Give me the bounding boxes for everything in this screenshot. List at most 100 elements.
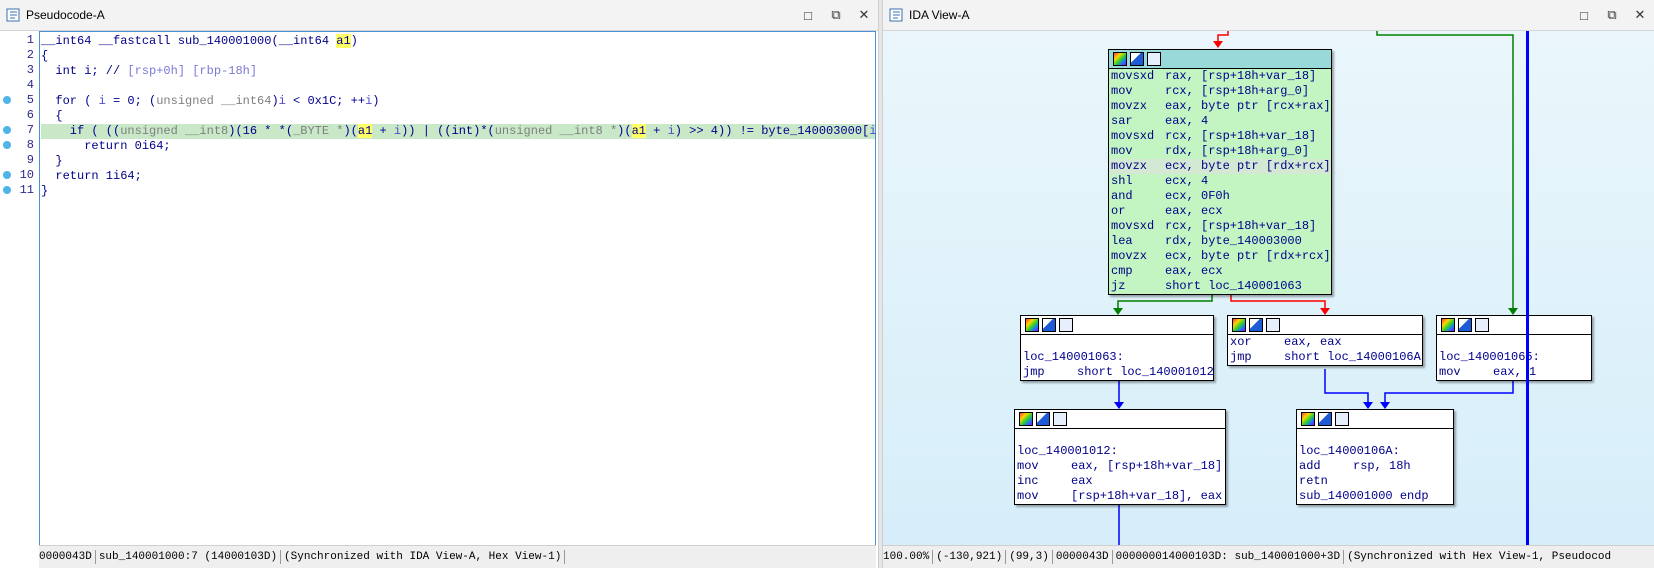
asm-line[interactable]: jmp short loc_140001012 [1021, 365, 1214, 380]
close-icon[interactable]: ✕ [1626, 1, 1654, 29]
pseudocode-text[interactable]: __int64 __fastcall sub_140001000(__int64… [39, 31, 898, 546]
color-palette-icon[interactable] [1232, 318, 1246, 332]
basic-block-loc-140001063[interactable]: loc_140001063: jmp short loc_140001012 [1020, 315, 1214, 381]
gutter-line[interactable]: 11 [0, 183, 39, 198]
proc-end[interactable]: sub_140001000 endp [1297, 489, 1453, 504]
color-palette-icon[interactable] [1301, 412, 1315, 426]
code-line-5[interactable]: for ( i = 0; (unsigned __int64)i < 0x1C;… [41, 94, 875, 109]
group-icon[interactable] [1059, 318, 1073, 332]
code-line-10[interactable]: return 1i64; [41, 169, 875, 184]
asm-line[interactable]: retn [1297, 474, 1453, 489]
gutter-line[interactable]: 3 [0, 63, 39, 78]
pseudocode-pane: Pseudocode-A □ ⧉ ✕ 1 2 3 4 5 6 7 8 9 10 11 __int64… [0, 0, 898, 568]
breakpoint-dot-icon[interactable] [3, 171, 11, 179]
basic-block-main[interactable]: movsxd rax, [rsp+18h+var_18] mov rcx, [rsp+… [1108, 49, 1332, 295]
code-line-1[interactable]: __int64 __fastcall sub_140001000(__int64… [41, 34, 875, 49]
group-icon[interactable] [1266, 318, 1280, 332]
pseudocode-titlebar[interactable]: Pseudocode-A □ ⧉ ✕ [0, 0, 878, 31]
rename-icon[interactable] [1318, 412, 1332, 426]
gutter-line[interactable]: 2 [0, 48, 39, 63]
gutter-line[interactable]: 1 [0, 33, 39, 48]
code-line-6[interactable]: { [41, 109, 875, 124]
code-line-3[interactable]: int i; // [rsp+0h] [rbp-18h] [41, 64, 875, 79]
asm-line[interactable]: jmp short loc_14000106A [1228, 350, 1422, 365]
graph-view[interactable]: movsxd rax, [rsp+18h+var_18] mov rcx, [rsp+… [883, 31, 1654, 546]
breakpoint-dot-icon[interactable] [3, 126, 11, 134]
block-label[interactable]: loc_140001063: [1021, 350, 1213, 365]
code-line-8[interactable]: return 0i64; [41, 139, 875, 154]
asm-line[interactable]: and ecx, 0F0h [1109, 189, 1331, 204]
asm-line[interactable]: add rsp, 18h [1297, 459, 1453, 474]
group-icon[interactable] [1335, 412, 1349, 426]
asm-line[interactable]: movzx eax, byte ptr [rcx+rax] [1109, 99, 1331, 114]
gutter-line[interactable]: 8 [0, 138, 39, 153]
breakpoint-dot-icon[interactable] [3, 96, 11, 104]
rename-icon[interactable] [1458, 318, 1472, 332]
basic-block-loc-140001012[interactable]: loc_140001012: mov eax, [rsp+18h+var_18] … [1014, 409, 1226, 505]
block-header [1228, 316, 1422, 335]
cursor-coords: (99,3) [1009, 551, 1049, 563]
rename-icon[interactable] [1249, 318, 1263, 332]
asm-line[interactable]: mov eax, [rsp+18h+var_18] [1015, 459, 1225, 474]
code-line-11[interactable]: } [41, 184, 875, 199]
group-icon[interactable] [1053, 412, 1067, 426]
rename-icon[interactable] [1130, 52, 1144, 66]
asm-line[interactable]: mov [rsp+18h+var_18], eax [1015, 489, 1225, 504]
code-line-2[interactable]: { [41, 49, 875, 64]
asm-line[interactable]: movsxd rcx, [rsp+18h+var_18] [1109, 129, 1331, 144]
pseudocode-editor[interactable]: 1 2 3 4 5 6 7 8 9 10 11 __int64 __fastcall sub_140… [0, 31, 898, 546]
block-label[interactable]: loc_140001065: [1437, 350, 1591, 365]
asm-line[interactable]: shl ecx, 4 [1109, 174, 1331, 189]
graph-boundary-line [1526, 31, 1529, 546]
basic-block-loc-14000106a[interactable]: loc_14000106A: add rsp, 18h retn sub_1400… [1296, 409, 1454, 505]
rename-icon[interactable] [1042, 318, 1056, 332]
gutter-line[interactable]: 5 [0, 93, 39, 108]
group-icon[interactable] [1147, 52, 1161, 66]
status-offset: 0000043D [39, 551, 92, 563]
color-palette-icon[interactable] [1113, 52, 1127, 66]
restore-button[interactable]: ⧉ [822, 1, 850, 29]
color-palette-icon[interactable] [1441, 318, 1455, 332]
basic-block-xor[interactable]: xor eax, eax jmp short loc_14000106A [1227, 315, 1423, 366]
asm-line[interactable]: sar eax, 4 [1109, 114, 1331, 129]
asm-line[interactable]: movzx ecx, byte ptr [rdx+rcx] [1109, 249, 1331, 264]
gutter-line[interactable]: 10 [0, 168, 39, 183]
code-line-4[interactable] [41, 79, 875, 94]
minimize-button[interactable]: □ [794, 1, 822, 29]
asm-line[interactable]: xor eax, eax [1228, 335, 1422, 350]
line-number: 6 [26, 108, 34, 122]
ida-titlebar[interactable]: IDA View-A □ ⧉ ✕ [883, 0, 1654, 31]
breakpoint-dot-icon[interactable] [3, 141, 11, 149]
asm-line[interactable]: cmp eax, ecx [1109, 264, 1331, 279]
asm-line[interactable]: movsxd rcx, [rsp+18h+var_18] [1109, 219, 1331, 234]
close-icon[interactable]: ✕ [850, 1, 878, 29]
block-header [1109, 50, 1331, 69]
group-icon[interactable] [1475, 318, 1489, 332]
asm-line[interactable]: lea rdx, byte_140003000 [1109, 234, 1331, 249]
restore-button[interactable]: ⧉ [1598, 1, 1626, 29]
asm-line[interactable]: mov rdx, [rsp+18h+arg_0] [1109, 144, 1331, 159]
code-line-9[interactable]: } [41, 154, 875, 169]
color-palette-icon[interactable] [1025, 318, 1039, 332]
block-label[interactable]: loc_14000106A: [1297, 444, 1453, 459]
code-line-7-current[interactable]: if ( ((unsigned __int8)(16 * *(_BYTE *)(… [41, 124, 898, 139]
asm-line[interactable]: jz short loc_140001063 [1109, 279, 1331, 294]
line-number-gutter: 1 2 3 4 5 6 7 8 9 10 11 [0, 31, 39, 546]
asm-line[interactable]: mov eax, 1 [1437, 365, 1591, 380]
breakpoint-dot-icon[interactable] [3, 186, 11, 194]
asm-line[interactable]: movzx ecx, byte ptr [rdx+rcx] [1109, 159, 1331, 174]
basic-block-loc-140001065[interactable]: loc_140001065: mov eax, 1 [1436, 315, 1592, 381]
gutter-line[interactable]: 6 [0, 108, 39, 123]
color-palette-icon[interactable] [1019, 412, 1033, 426]
rename-icon[interactable] [1036, 412, 1050, 426]
minimize-button[interactable]: □ [1570, 1, 1598, 29]
asm-line[interactable]: mov rcx, [rsp+18h+arg_0] [1109, 84, 1331, 99]
asm-line[interactable]: movsxd rax, [rsp+18h+var_18] [1109, 69, 1331, 84]
gutter-line[interactable]: 4 [0, 78, 39, 93]
gutter-line[interactable]: 9 [0, 153, 39, 168]
asm-line[interactable]: or eax, ecx [1109, 204, 1331, 219]
var-a1-highlight[interactable]: a1 [336, 34, 351, 48]
block-label[interactable]: loc_140001012: [1015, 444, 1225, 459]
gutter-line[interactable]: 7 [0, 123, 39, 138]
asm-line[interactable]: inc eax [1015, 474, 1225, 489]
